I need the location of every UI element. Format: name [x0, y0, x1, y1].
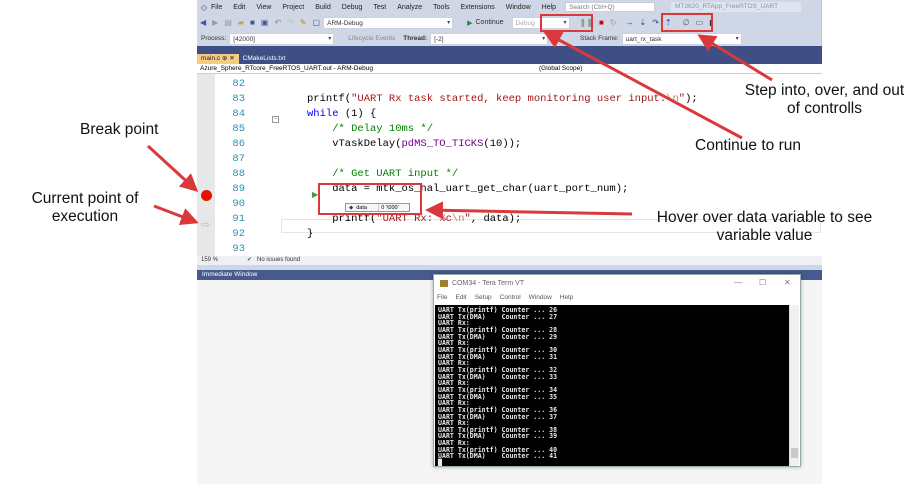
arrow-to-continue: [543, 31, 743, 140]
arrow-to-datatip: [425, 201, 633, 220]
annotation-break-point: Break point: [80, 121, 159, 138]
arrow-to-current-point: [153, 204, 199, 226]
arrow-to-breakpoint: [146, 144, 199, 193]
annotation-current-point: Current point of execution: [31, 190, 139, 225]
arrow-to-step-controls: [697, 34, 773, 82]
annotation-step: Step into, over, and out of controlls: [744, 82, 905, 117]
annotation-continue: Continue to run: [695, 137, 801, 154]
annotation-hover: Hover over data variable to see variable…: [656, 209, 873, 244]
